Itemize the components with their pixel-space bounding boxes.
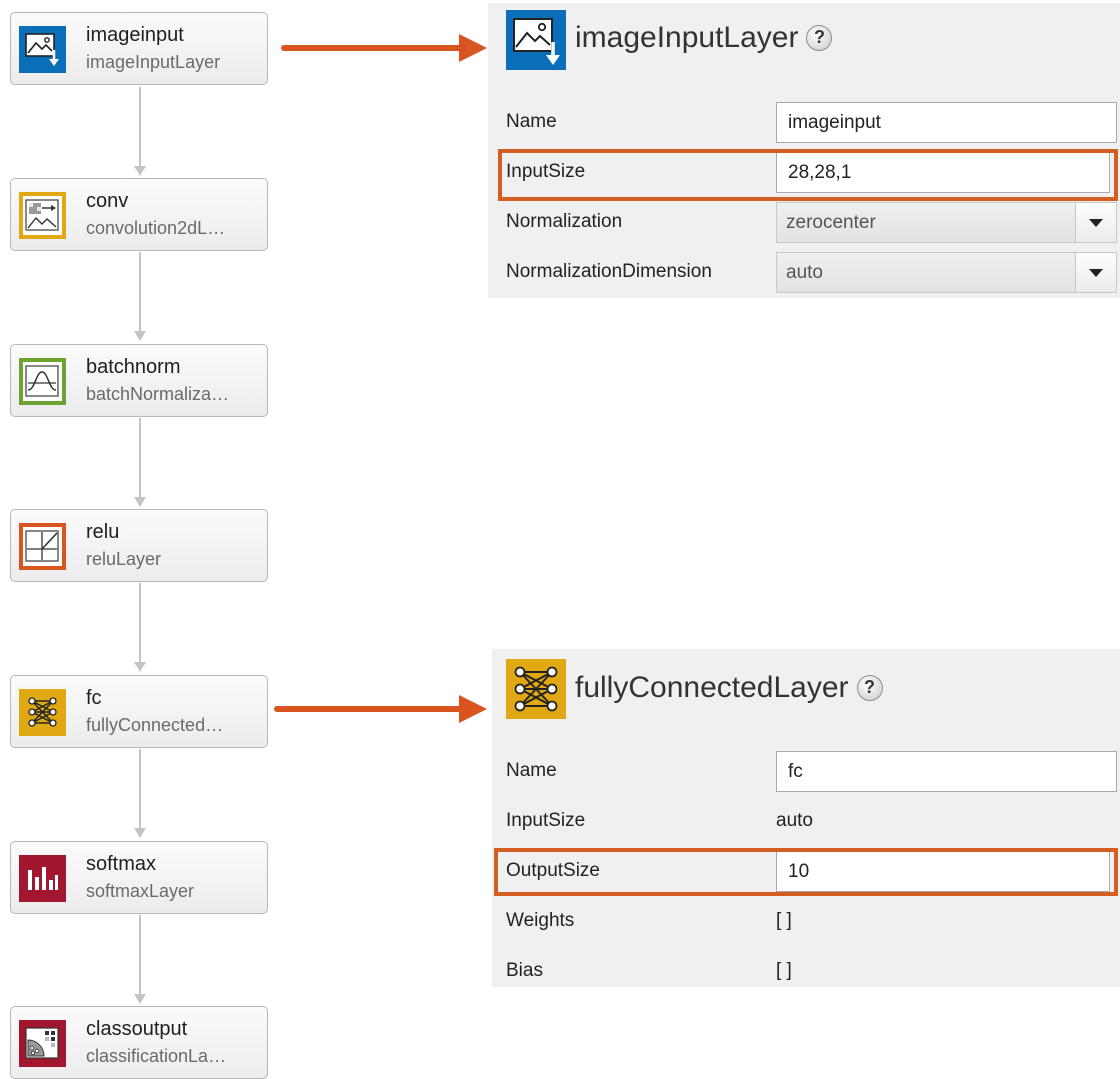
property-row-normalization-dimension: NormalizationDimension auto bbox=[488, 248, 1120, 296]
connector-arrow bbox=[134, 497, 146, 507]
layer-name: batchnorm bbox=[86, 356, 181, 378]
panel-title-text: fullyConnectedLayer bbox=[575, 671, 849, 704]
layer-card-relu[interactable]: relu reluLayer bbox=[10, 509, 268, 582]
connector-arrow bbox=[134, 166, 146, 176]
layer-name: fc bbox=[86, 687, 102, 709]
connector-line bbox=[139, 87, 141, 169]
input-size-highlight bbox=[498, 149, 1118, 201]
connector-arrow bbox=[134, 662, 146, 672]
panel-title: fullyConnectedLayer? bbox=[575, 671, 883, 705]
layer-type: convolution2dL… bbox=[86, 218, 226, 238]
connector-line bbox=[139, 583, 141, 665]
fully-connected-icon bbox=[19, 689, 66, 736]
bias-value: [ ] bbox=[776, 960, 792, 981]
dropdown-value: auto bbox=[786, 262, 823, 283]
relu-icon bbox=[19, 523, 66, 570]
help-icon[interactable]: ? bbox=[806, 25, 833, 51]
layer-name: relu bbox=[86, 521, 120, 543]
connector-line bbox=[139, 418, 141, 500]
layer-card-softmax[interactable]: softmax softmaxLayer bbox=[10, 841, 268, 914]
property-row-name: Name bbox=[492, 747, 1120, 795]
name-field[interactable] bbox=[776, 102, 1117, 143]
name-field[interactable] bbox=[776, 751, 1117, 792]
connector-line bbox=[139, 915, 141, 997]
layer-type: classificationLa… bbox=[86, 1046, 227, 1066]
layer-type: softmaxLayer bbox=[86, 881, 195, 901]
connector-arrow bbox=[134, 331, 146, 341]
connector-line bbox=[139, 252, 141, 334]
property-label: InputSize bbox=[506, 810, 586, 831]
pointer-arrow-line bbox=[281, 45, 463, 51]
layer-type: batchNormaliza… bbox=[86, 384, 230, 404]
image-input-properties-panel: imageInputLayer? Name InputSize Normaliz… bbox=[488, 3, 1120, 298]
softmax-icon bbox=[19, 855, 66, 902]
layer-name: softmax bbox=[86, 853, 157, 875]
property-row-name: Name bbox=[488, 98, 1120, 146]
panel-title-text: imageInputLayer bbox=[575, 21, 799, 54]
layer-card-imageinput[interactable]: imageinput imageInputLayer bbox=[10, 12, 268, 85]
property-label: NormalizationDimension bbox=[506, 261, 712, 282]
property-label: Bias bbox=[506, 960, 543, 981]
property-row-weights: Weights [ ] bbox=[492, 897, 1120, 945]
image-input-icon bbox=[506, 10, 566, 70]
property-label: Name bbox=[506, 760, 557, 781]
property-label: Weights bbox=[506, 910, 575, 931]
pointer-arrow-head bbox=[459, 695, 487, 723]
image-input-icon bbox=[19, 26, 66, 73]
output-size-highlight bbox=[494, 848, 1118, 896]
connector-arrow bbox=[134, 828, 146, 838]
fully-connected-properties-panel: fullyConnectedLayer? Name InputSize auto… bbox=[492, 649, 1120, 987]
batch-normalization-icon bbox=[19, 358, 66, 405]
convolution-icon bbox=[19, 192, 66, 239]
pointer-arrow-line bbox=[274, 706, 463, 712]
layer-type: reluLayer bbox=[86, 549, 162, 569]
pointer-arrow-head bbox=[459, 34, 487, 62]
layer-card-fc[interactable]: fc fullyConnected… bbox=[10, 675, 268, 748]
weights-value: [ ] bbox=[776, 910, 792, 931]
connector-line bbox=[139, 749, 141, 831]
normalization-dimension-dropdown[interactable]: auto bbox=[776, 252, 1117, 293]
layer-name: imageinput bbox=[86, 24, 184, 46]
input-size-value: auto bbox=[776, 810, 813, 831]
normalization-dropdown[interactable]: zerocenter bbox=[776, 202, 1117, 243]
layer-type: imageInputLayer bbox=[86, 52, 221, 72]
layer-type: fullyConnected… bbox=[86, 715, 224, 735]
property-label: Name bbox=[506, 111, 557, 132]
connector-arrow bbox=[134, 994, 146, 1004]
help-icon[interactable]: ? bbox=[856, 675, 883, 701]
layer-card-classoutput[interactable]: classoutput classificationLa… bbox=[10, 1006, 268, 1079]
property-row-bias: Bias [ ] bbox=[492, 947, 1120, 995]
property-row-normalization: Normalization zerocenter bbox=[488, 198, 1120, 246]
layer-card-batchnorm[interactable]: batchnorm batchNormaliza… bbox=[10, 344, 268, 417]
dropdown-value: zerocenter bbox=[786, 212, 876, 233]
layer-name: classoutput bbox=[86, 1018, 188, 1040]
chevron-down-icon[interactable] bbox=[1075, 253, 1116, 292]
fully-connected-icon bbox=[506, 659, 566, 719]
property-label: Normalization bbox=[506, 211, 623, 232]
classification-output-icon bbox=[19, 1020, 66, 1067]
chevron-down-icon[interactable] bbox=[1075, 203, 1116, 242]
panel-title: imageInputLayer? bbox=[575, 21, 833, 55]
layer-name: conv bbox=[86, 190, 129, 212]
property-row-input-size: InputSize auto bbox=[492, 797, 1120, 845]
layer-card-conv[interactable]: conv convolution2dL… bbox=[10, 178, 268, 251]
